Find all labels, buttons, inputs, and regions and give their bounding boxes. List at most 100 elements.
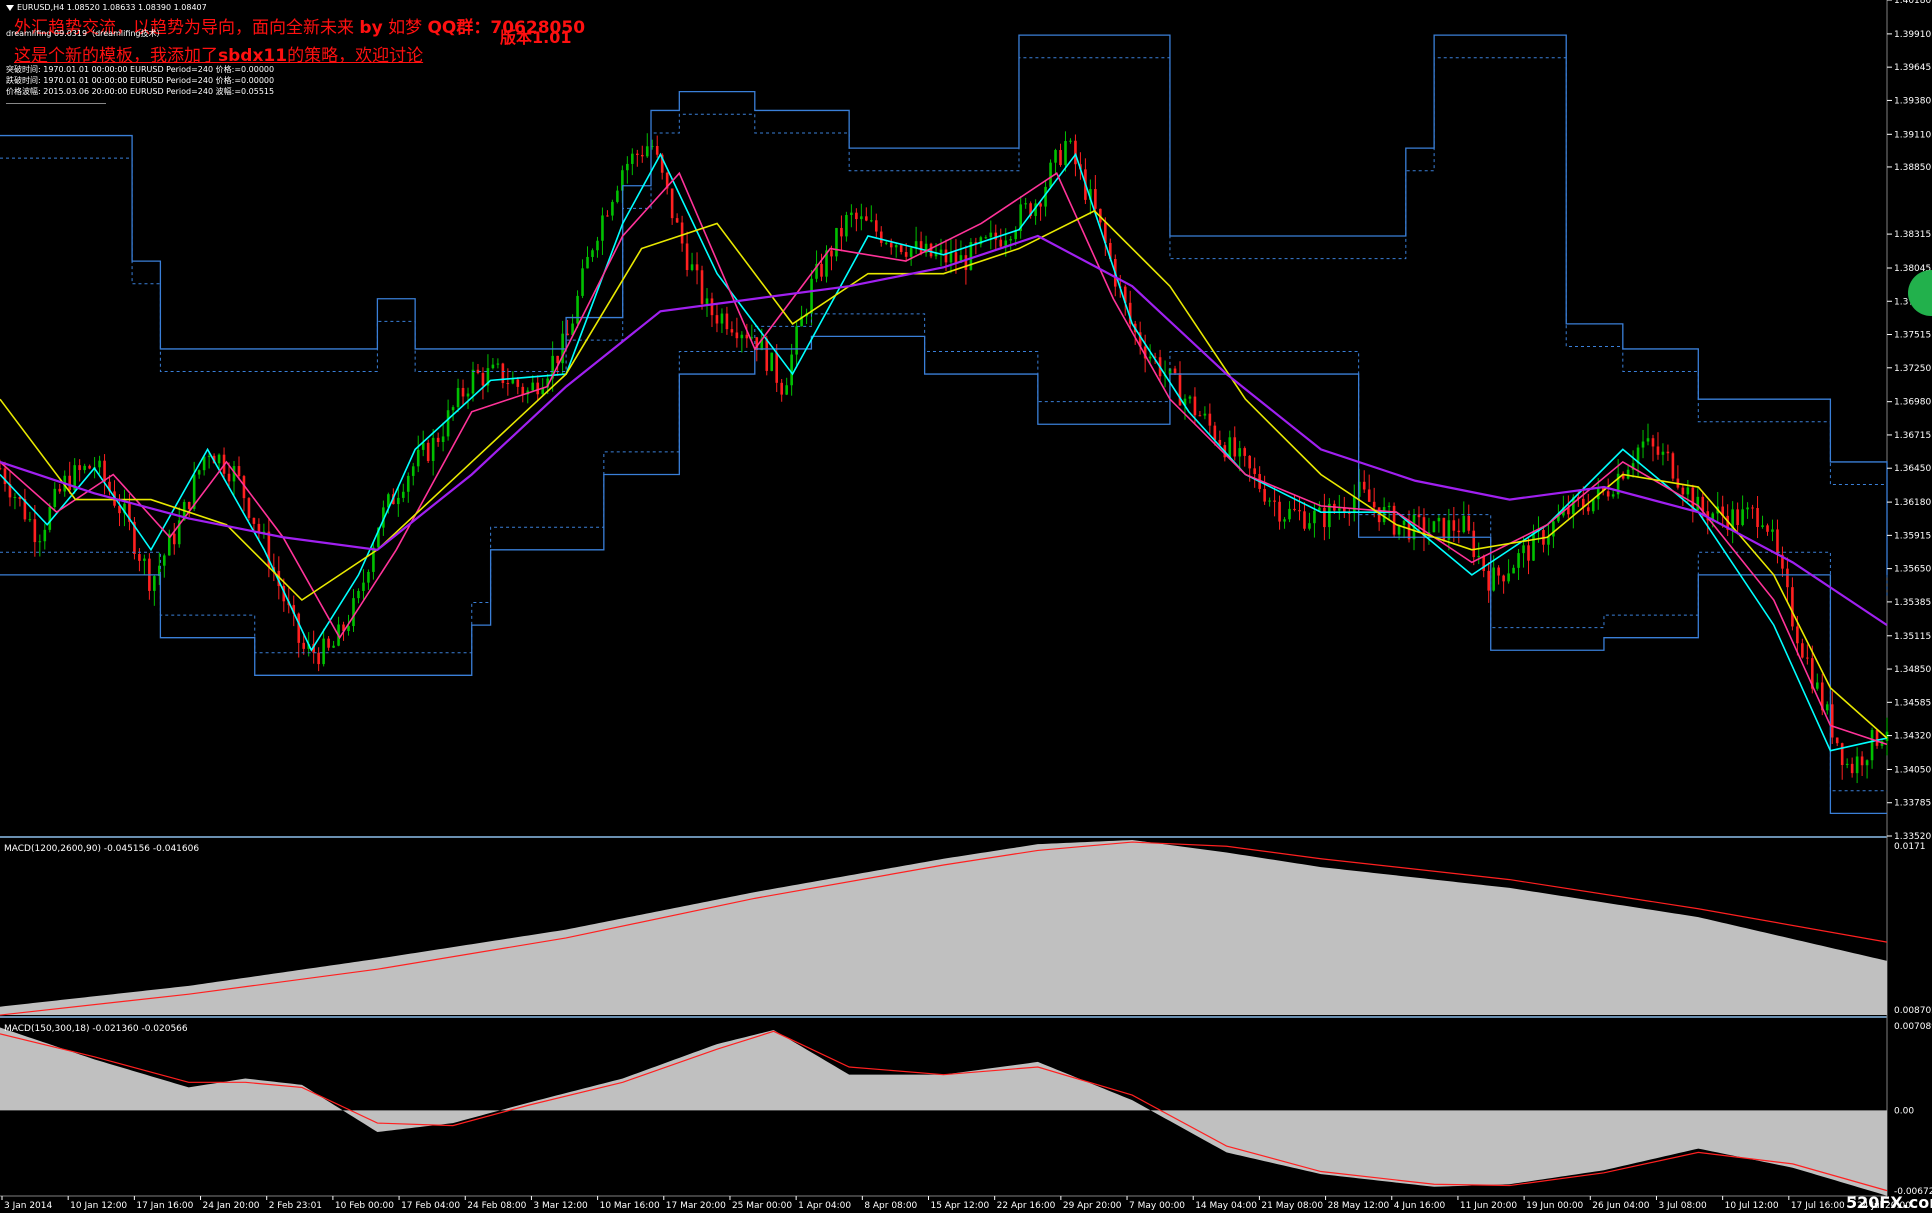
candle-body bbox=[53, 488, 57, 508]
candle-body bbox=[1776, 529, 1779, 555]
candle-body bbox=[860, 216, 863, 220]
candle-body bbox=[431, 437, 435, 461]
candle-body bbox=[889, 242, 893, 248]
candle-body bbox=[1487, 570, 1490, 591]
candle-body bbox=[790, 354, 793, 386]
candle-body bbox=[1347, 512, 1351, 514]
candle-body bbox=[1492, 567, 1495, 591]
candle-body bbox=[810, 278, 813, 314]
title-line-1-text-c: 如梦 bbox=[382, 18, 428, 38]
dropdown-triangle-icon[interactable] bbox=[6, 4, 14, 11]
candle-body bbox=[1268, 500, 1271, 502]
candle-body bbox=[68, 475, 72, 491]
candle-body bbox=[1840, 743, 1844, 765]
time-tick-label: 15 Apr 12:00 bbox=[931, 1201, 990, 1211]
candle-body bbox=[1517, 553, 1520, 568]
candle-body bbox=[33, 519, 37, 543]
candle-body bbox=[720, 313, 724, 324]
candle-body bbox=[770, 352, 774, 371]
candle-body bbox=[13, 497, 17, 499]
time-tick-label: 25 Mar 00:00 bbox=[732, 1201, 792, 1211]
candle-body bbox=[536, 382, 540, 395]
candle-body bbox=[1746, 507, 1749, 510]
candle-body bbox=[48, 507, 52, 530]
candle-body bbox=[1432, 521, 1436, 533]
candle-body bbox=[1467, 515, 1471, 531]
price-tick-label: 1.35385 bbox=[1894, 598, 1931, 608]
price-tick-label: 1.35915 bbox=[1894, 531, 1931, 541]
candle-body bbox=[1741, 509, 1744, 526]
time-tick-label: 29 Apr 20:00 bbox=[1063, 1201, 1122, 1211]
candle-body bbox=[680, 222, 684, 244]
candle-body bbox=[367, 571, 370, 583]
price-tick-label: 1.34320 bbox=[1894, 732, 1931, 742]
candle-body bbox=[1074, 140, 1077, 165]
candle-body bbox=[1586, 507, 1590, 512]
price-tick-label: 1.36980 bbox=[1894, 398, 1931, 408]
title-line-2-text-c: 的策略，欢迎讨论 bbox=[287, 46, 424, 66]
candle-body bbox=[1591, 499, 1595, 512]
candle-body bbox=[1213, 425, 1217, 440]
candle-body bbox=[357, 590, 360, 599]
candle-body bbox=[1681, 487, 1685, 495]
candle-body bbox=[919, 241, 923, 254]
time-tick-label: 3 Jan 2014 bbox=[4, 1201, 52, 1211]
time-tick-label: 17 Jul 16:00 bbox=[1791, 1201, 1845, 1211]
candle-body bbox=[521, 386, 525, 395]
candle-body bbox=[297, 613, 301, 643]
candle-body bbox=[1039, 203, 1042, 207]
background bbox=[0, 0, 1932, 1213]
price-tick-label: 1.36715 bbox=[1894, 431, 1931, 441]
time-tick-label: 11 Jun 20:00 bbox=[1460, 1201, 1517, 1211]
candle-body bbox=[640, 154, 644, 157]
candle-body bbox=[999, 239, 1003, 247]
price-tick-label: 1.37515 bbox=[1894, 331, 1931, 341]
time-tick-label: 26 Jun 04:00 bbox=[1592, 1201, 1649, 1211]
candle-body bbox=[1288, 508, 1291, 520]
candle-body bbox=[1352, 496, 1356, 513]
candle-body bbox=[38, 541, 42, 543]
candle-body bbox=[1626, 469, 1630, 479]
time-tick-label: 14 May 04:00 bbox=[1195, 1201, 1257, 1211]
candle-body bbox=[1442, 517, 1446, 540]
time-tick-label: 24 Feb 08:00 bbox=[467, 1201, 526, 1211]
candle-body bbox=[1686, 487, 1690, 495]
candle-body bbox=[1024, 203, 1027, 205]
candle-body bbox=[909, 247, 913, 257]
candle-body bbox=[596, 240, 599, 251]
candle-body bbox=[695, 264, 699, 271]
candle-body bbox=[1059, 150, 1062, 166]
candle-body bbox=[1233, 437, 1237, 457]
candle-body bbox=[252, 517, 256, 524]
candle-body bbox=[1437, 517, 1441, 522]
candle-body bbox=[705, 298, 709, 304]
candle-body bbox=[1835, 737, 1839, 744]
candle-body bbox=[845, 214, 848, 237]
candle-body bbox=[949, 252, 953, 263]
candle-body bbox=[715, 315, 719, 324]
candle-body bbox=[1278, 501, 1281, 522]
candle-body bbox=[606, 215, 609, 217]
candle-body bbox=[745, 334, 749, 339]
candle-body bbox=[1736, 509, 1739, 526]
candle-body bbox=[58, 488, 62, 492]
candle-body bbox=[1860, 756, 1864, 766]
candle-body bbox=[1462, 515, 1466, 533]
candle-body bbox=[43, 529, 47, 542]
candle-body bbox=[1482, 555, 1486, 571]
candle-body bbox=[0, 468, 2, 470]
candle-body bbox=[197, 470, 201, 475]
candle-body bbox=[461, 387, 465, 397]
candle-body bbox=[397, 497, 400, 505]
candle-body bbox=[78, 465, 81, 471]
candle-body bbox=[855, 212, 858, 220]
time-tick-label: 17 Jan 16:00 bbox=[136, 1201, 193, 1211]
candle-body bbox=[1825, 704, 1829, 711]
candle-body bbox=[481, 372, 485, 386]
watermark: 520FX.com bbox=[1846, 1193, 1932, 1212]
candle-body bbox=[1696, 496, 1700, 511]
candle-body bbox=[451, 407, 455, 411]
time-tick-label: 4 Jun 16:00 bbox=[1394, 1201, 1446, 1211]
candle-body bbox=[1372, 501, 1376, 508]
candle-body bbox=[914, 241, 918, 248]
